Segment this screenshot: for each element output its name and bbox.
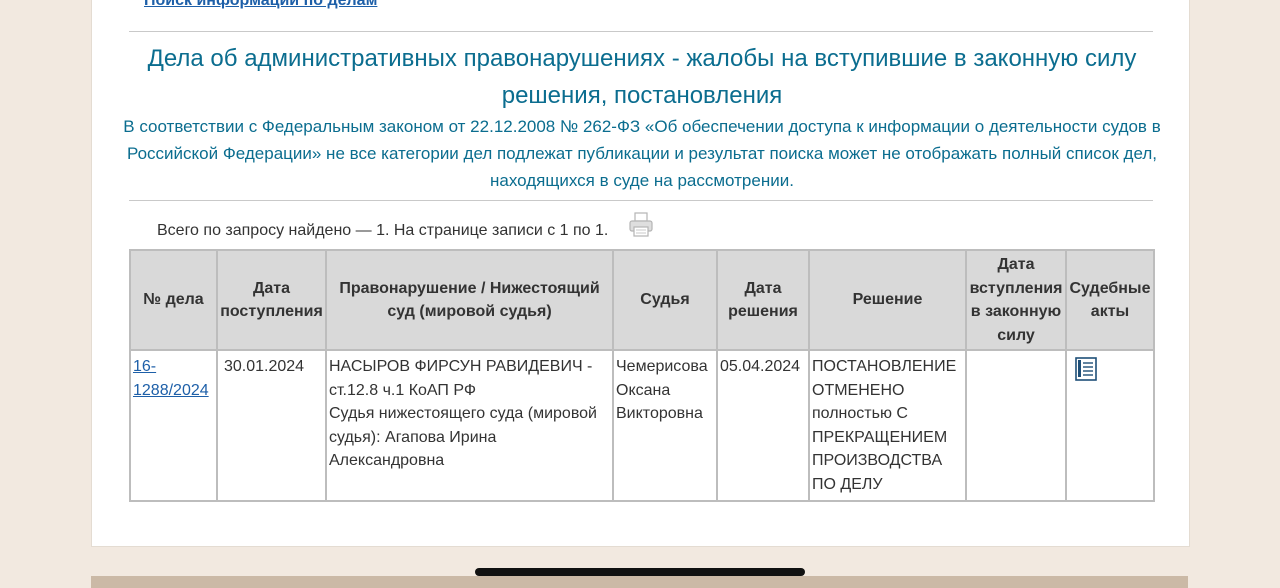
offense-text: НАСЫРОВ ФИРСУН РАВИДЕВИЧ - ст.12.8 ч.1 К… xyxy=(329,358,593,399)
results-summary: Всего по запросу найдено — 1. На страниц… xyxy=(157,222,609,239)
publication-notice: В соответствии с Федеральным законом от … xyxy=(123,117,1161,190)
home-indicator[interactable] xyxy=(475,568,805,576)
cell-case-number: 16-1288/2024 xyxy=(129,349,218,502)
col-decision-date: Дата решения xyxy=(716,249,810,351)
print-icon[interactable] xyxy=(629,212,653,238)
cell-effective-date xyxy=(965,349,1067,502)
page-title: Дела об административных правонарушениях… xyxy=(147,45,1137,109)
col-decision: Решение xyxy=(808,249,967,351)
case-search-link[interactable]: Поиск информации по делам xyxy=(144,0,377,10)
col-effective-date: Дата вступления в законную силу xyxy=(965,249,1067,351)
lower-court-judge: Судья нижестоящего суда (мировой судья):… xyxy=(329,405,597,469)
cell-decision-date: 05.04.2024 xyxy=(716,349,810,502)
document-icon[interactable] xyxy=(1075,357,1097,389)
content-panel: Поиск информации по делам Дела об админи… xyxy=(91,0,1190,547)
col-received-date: Дата поступления xyxy=(216,249,327,351)
cell-received-date: 30.01.2024 xyxy=(216,349,327,502)
bottom-strip xyxy=(91,576,1188,588)
divider-top xyxy=(129,31,1153,32)
col-judge: Судья xyxy=(612,249,718,351)
table-header-row: № дела Дата поступления Правонарушение /… xyxy=(129,249,1155,351)
col-court-acts: Судебные акты xyxy=(1065,249,1155,351)
cases-table: № дела Дата поступления Правонарушение /… xyxy=(129,249,1155,502)
table-row: 16-1288/2024 30.01.2024 НАСЫРОВ ФИРСУН Р… xyxy=(129,349,1155,502)
col-case-number: № дела xyxy=(129,249,218,351)
cell-decision: ПОСТАНОВЛЕНИЕ ОТМЕНЕНО полностью С ПРЕКР… xyxy=(808,349,967,502)
case-number-link[interactable]: 16-1288/2024 xyxy=(133,358,209,399)
cell-judge: Чемерисова Оксана Викторовна xyxy=(612,349,718,502)
cell-court-acts xyxy=(1065,349,1155,502)
divider-bottom xyxy=(129,200,1153,201)
col-offense: Правонарушение / Нижестоящий суд (мирово… xyxy=(325,249,614,351)
cell-offense: НАСЫРОВ ФИРСУН РАВИДЕВИЧ - ст.12.8 ч.1 К… xyxy=(325,349,614,502)
